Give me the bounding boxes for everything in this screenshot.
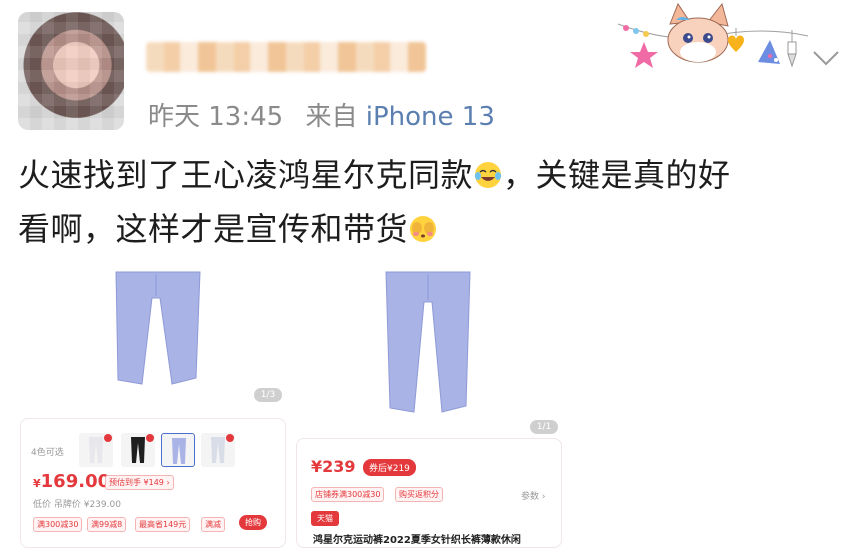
product-photo-2[interactable]: 1/1 <box>296 268 562 438</box>
product-photo-1[interactable]: 1/3 <box>20 268 286 418</box>
promo-tag[interactable]: 最高省149元 <box>135 517 191 532</box>
product-info-1[interactable]: 4色可选 ¥169.00 预估到手 ¥149 › 低价 吊牌价 ¥239.00 … <box>20 418 286 548</box>
pants-image <box>385 271 471 413</box>
price-symbol: ¥ <box>33 477 41 490</box>
product-info-2[interactable]: ¥239 券后¥219 店铺券满300减30 购买返积分 参数 › 天猫 鸿星尔… <box>296 438 562 548</box>
product-price: ¥239 <box>311 457 356 476</box>
product-image-1[interactable]: 1/3 4色可选 ¥169.00 预估到手 ¥149 › 低价 吊牌价 ¥239… <box>20 268 286 548</box>
post-text-line2: 看啊，这样才是宣传和带货 <box>18 210 409 248</box>
promo-label[interactable]: 预估到手 ¥149 › <box>105 475 174 490</box>
color-swatch[interactable] <box>79 433 113 467</box>
coupon-price[interactable]: 券后¥219 <box>363 459 416 476</box>
image-pager: 1/1 <box>530 420 558 434</box>
post-text-line1: 火速找到了王心凌鸿星尔克同款 <box>18 156 474 194</box>
chevron-down-icon[interactable] <box>808 46 844 70</box>
params-link[interactable]: 参数 › <box>521 489 545 502</box>
laughing-tears-emoji-icon <box>475 162 502 188</box>
fan-badge-decoration <box>617 2 809 68</box>
price-value: 169.00 <box>40 471 111 492</box>
promo-tag[interactable]: 满300减30 <box>33 517 83 532</box>
post-source-device[interactable]: iPhone 13 <box>366 102 495 132</box>
promo-tag[interactable]: 店铺券满300减30 <box>311 487 385 502</box>
post-source-prefix: 来自 <box>305 102 358 132</box>
promo-tag[interactable]: 购买返积分 <box>395 487 443 502</box>
post-text-line1b: ，关键是真的好 <box>503 156 731 194</box>
colors-label: 4色可选 <box>31 448 64 458</box>
product-title[interactable]: 鸿星尔克运动裤2022夏季女针织长裤薄款休闲 <box>313 531 521 546</box>
color-swatch[interactable] <box>121 433 155 467</box>
color-swatch[interactable] <box>201 433 235 467</box>
buy-button[interactable]: 抢购 <box>239 515 267 530</box>
original-price: 低价 吊牌价 ¥239.00 <box>33 500 121 510</box>
pants-image <box>115 271 201 385</box>
color-swatch-selected[interactable] <box>161 433 195 467</box>
post-time: 昨天 13:45 <box>148 102 284 132</box>
post-text: 火速找到了王心凌鸿星尔克同款 ，关键是真的好 看啊，这样才是宣传和带货 <box>18 148 848 256</box>
tmall-badge: 天猫 <box>311 511 339 526</box>
image-pager: 1/3 <box>254 388 282 402</box>
product-image-2[interactable]: 1/1 ¥239 券后¥219 店铺券满300减30 购买返积分 参数 › 天猫… <box>296 268 562 548</box>
post-meta: 昨天 13:45 来自 iPhone 13 <box>148 96 495 133</box>
username[interactable] <box>146 42 426 72</box>
promo-tag[interactable]: 满99减8 <box>87 517 127 532</box>
avatar[interactable] <box>18 12 124 130</box>
shy-face-emoji-icon <box>410 216 437 242</box>
product-price: ¥169.00 <box>33 471 110 492</box>
promo-tag[interactable]: 满减 <box>201 517 225 532</box>
